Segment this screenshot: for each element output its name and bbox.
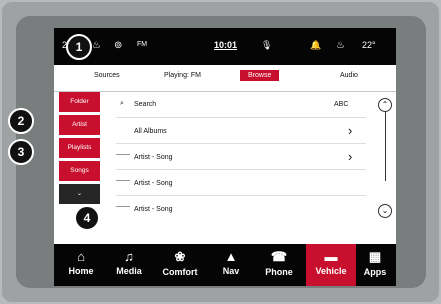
tab-audio[interactable]: Audio (340, 72, 358, 79)
steering-icon[interactable]: ⊚ (114, 40, 122, 51)
heated-seat-icon[interactable]: ♨ (92, 40, 101, 51)
search-row[interactable]: ⌕ Search ABC (116, 92, 366, 118)
right-temp: 22° (362, 40, 376, 50)
callout-2: 2 (8, 108, 34, 134)
nav-phone-label: Phone (265, 267, 293, 277)
nav-comfort-label: Comfort (162, 267, 198, 277)
search-icon: ⌕ (120, 100, 124, 107)
album-art-placeholder (116, 154, 130, 155)
climate-icon: ❀ (174, 249, 186, 264)
list-item-label: All Albums (134, 128, 167, 135)
chevron-right-icon: › (348, 149, 353, 164)
scroll-down-icon[interactable]: ⌄ (378, 204, 392, 218)
nav-home[interactable]: ⌂ Home (56, 244, 106, 286)
scroll-up-icon[interactable]: ⌃ (378, 98, 392, 112)
tab-sources[interactable]: Sources (94, 72, 120, 79)
nav-media-label: Media (116, 266, 142, 276)
search-label: Search (134, 101, 157, 108)
callout-3: 3 (8, 139, 34, 165)
abc-label[interactable]: ABC (334, 101, 348, 108)
list-item[interactable]: Artist - Song (116, 170, 366, 196)
car-icon: ▬ (324, 249, 338, 264)
tab-bar: Sources Playing: FM Browse Audio (54, 65, 396, 92)
apps-grid-icon: ▦ (368, 249, 382, 264)
home-icon: ⌂ (77, 249, 85, 264)
nav-media[interactable]: ♫ Media (104, 244, 154, 286)
fm-label: FM (137, 41, 148, 48)
bottom-nav: ⌂ Home ♫ Media ❀ Comfort ▲ Nav ☎ Phone ▬ Vehic… (54, 244, 396, 286)
notification-icon[interactable]: 🔔 (310, 40, 321, 51)
menu-more-chevron-icon[interactable]: ⌄ (59, 184, 100, 204)
infotainment-screen: 22 ♨ ⊚ FM 10:01 🎙 🔔 ♨ 22° Sources Playin… (54, 28, 396, 286)
heated-seat-right-icon[interactable]: ♨ (336, 40, 345, 51)
list-item[interactable]: All Albums › (116, 118, 366, 144)
album-art-placeholder (116, 206, 130, 207)
nav-phone[interactable]: ☎ Phone (254, 244, 304, 286)
nav-nav-label: Nav (222, 266, 240, 276)
nav-comfort[interactable]: ❀ Comfort (155, 244, 205, 286)
scrollbar[interactable] (385, 111, 386, 181)
list-item-label: Artist - Song (134, 206, 173, 213)
tab-playing[interactable]: Playing: FM (164, 72, 201, 79)
nav-apps[interactable]: ▦ Apps (350, 244, 396, 286)
phone-icon: ☎ (270, 249, 288, 264)
callout-1: 1 (66, 34, 92, 60)
navigation-arrow-icon: ▲ (224, 249, 238, 264)
music-note-icon: ♫ (124, 249, 134, 264)
mic-icon[interactable]: 🎙 (261, 40, 272, 51)
menu-songs[interactable]: Songs (59, 161, 100, 181)
tab-browse[interactable]: Browse (240, 70, 280, 81)
nav-home-label: Home (68, 266, 94, 276)
list-item-label: Artist - Song (134, 180, 173, 187)
status-bar: 22 ♨ ⊚ FM 10:01 🎙 🔔 ♨ 22° (54, 28, 396, 65)
clock: 10:01 (214, 40, 238, 50)
nav-apps-label: Apps (363, 267, 387, 277)
callout-4: 4 (74, 205, 100, 231)
menu-playlists[interactable]: Playlists (59, 138, 100, 158)
list-item[interactable]: Artist - Song (116, 196, 366, 222)
nav-vehicle-label: Vehicle (315, 266, 347, 276)
nav-nav[interactable]: ▲ Nav (206, 244, 256, 286)
nav-vehicle[interactable]: ▬ Vehicle (306, 244, 356, 286)
list-item-label: Artist - Song (134, 154, 173, 161)
menu-artist[interactable]: Artist (59, 115, 100, 135)
menu-folder[interactable]: Folder (59, 92, 100, 112)
list-item[interactable]: Artist - Song › (116, 144, 366, 170)
chevron-right-icon: › (348, 123, 353, 138)
album-art-placeholder (116, 180, 130, 181)
